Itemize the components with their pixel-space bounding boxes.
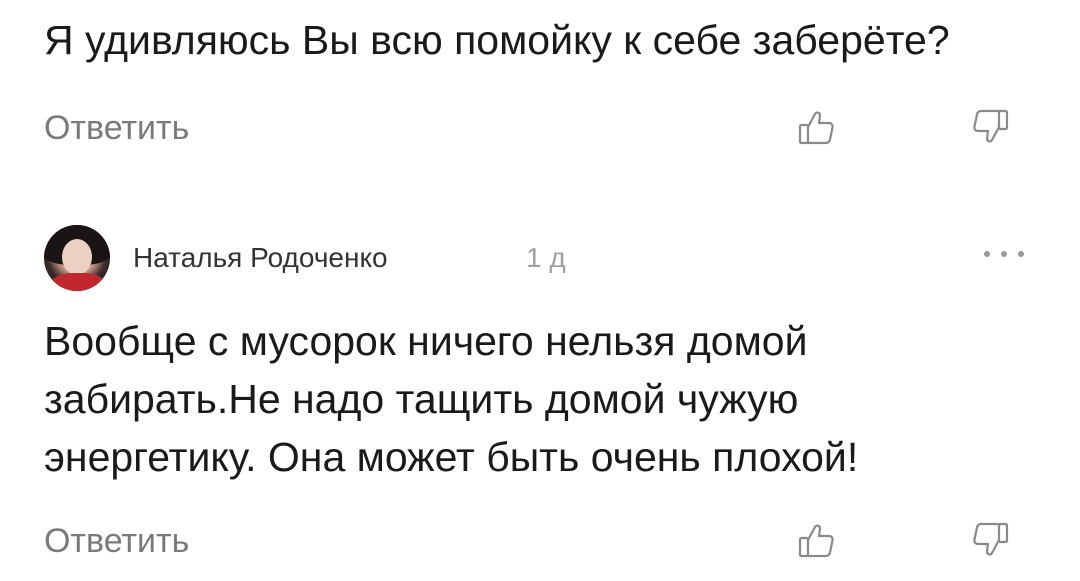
comment-text-line: Вообще с мусорок ничего нельзя домой <box>44 318 808 364</box>
like-button[interactable] <box>795 518 839 562</box>
author-name[interactable]: Наталья Родоченко <box>133 241 388 275</box>
more-dots-icon[interactable] <box>984 239 1024 269</box>
thumbs-down-icon <box>973 109 1009 143</box>
thumbs-up-icon <box>798 111 834 145</box>
reply-button[interactable]: Ответить <box>44 521 189 561</box>
comment-header: Наталья Родоченко 1 д <box>44 225 1024 291</box>
reply-button[interactable]: Ответить <box>44 108 189 148</box>
comment-text: Вообще с мусорок ничего нельзя домой заб… <box>44 312 858 486</box>
like-button[interactable] <box>795 105 839 149</box>
dislike-button[interactable] <box>968 518 1012 562</box>
comment-timestamp: 1 д <box>526 242 566 273</box>
dislike-button[interactable] <box>968 105 1012 149</box>
comment-text-line: энергетику. Она может быть очень плохой! <box>44 434 859 480</box>
user-avatar[interactable] <box>44 225 110 291</box>
thumbs-up-icon <box>798 524 834 558</box>
comment-text-line: забирать.Не надо тащить домой чужую <box>44 376 799 422</box>
thumbs-down-icon <box>973 522 1009 556</box>
comment-text: Я удивляюсь Вы всю помойку к себе заберё… <box>44 17 950 63</box>
